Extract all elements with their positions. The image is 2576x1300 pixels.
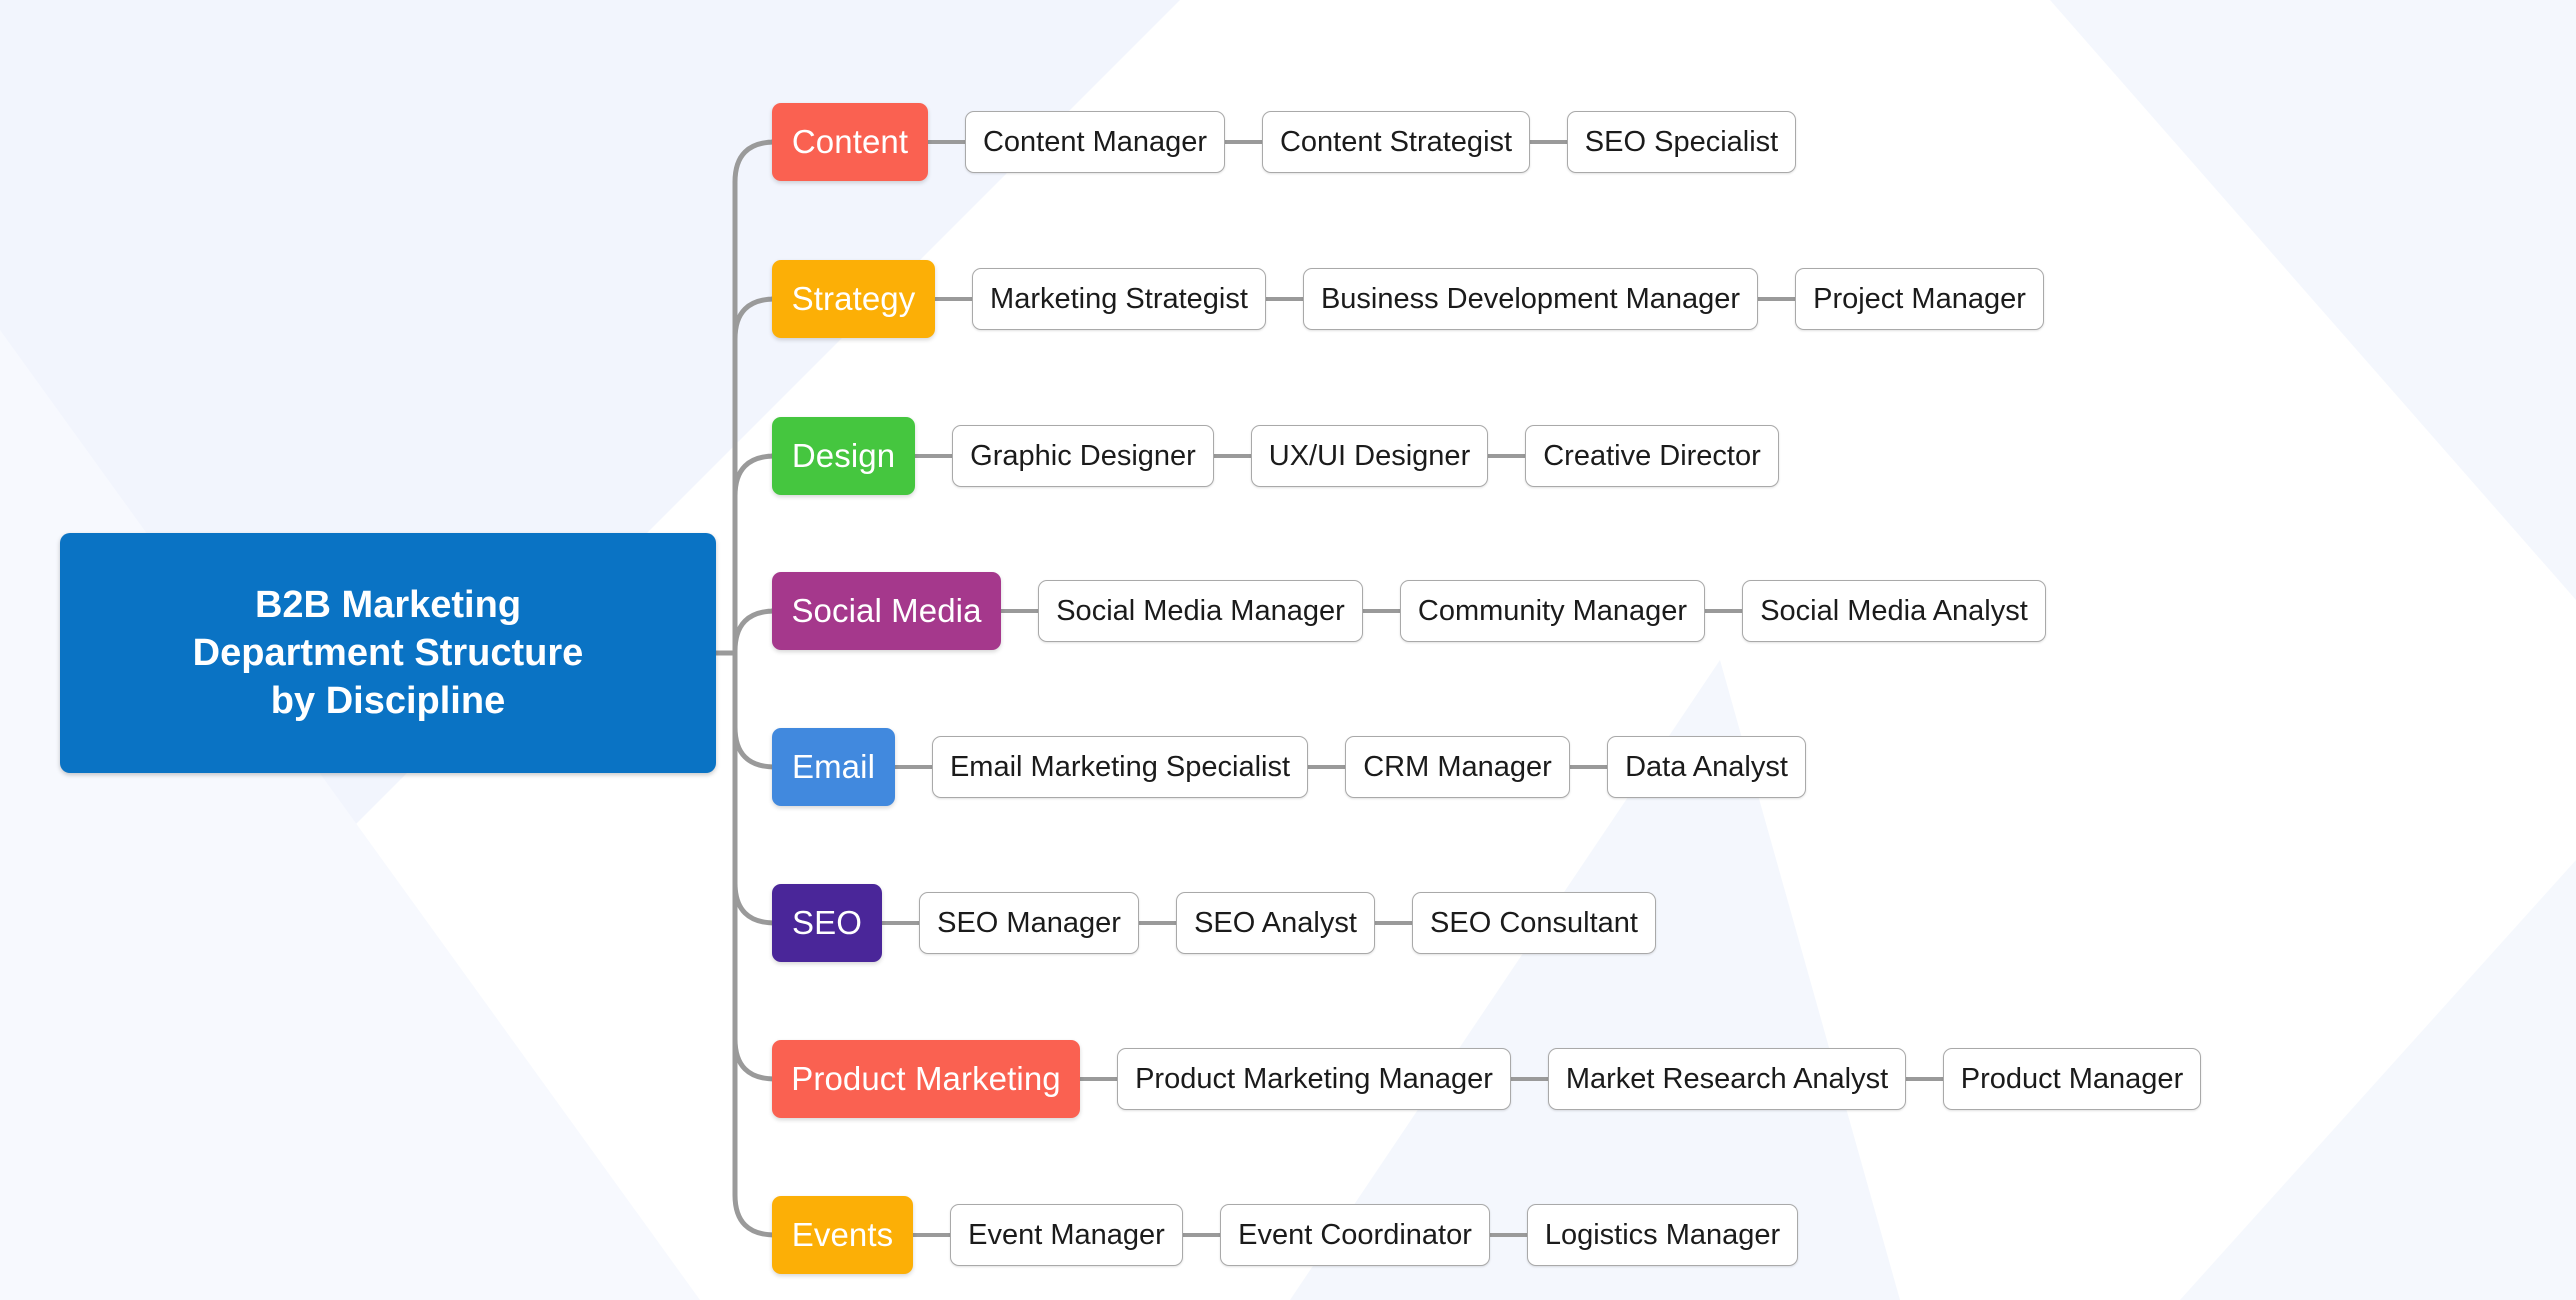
role-label: Social Media Manager: [1056, 594, 1345, 627]
role-node[interactable]: Content Strategist: [1262, 111, 1530, 173]
role-node[interactable]: Content Manager: [965, 111, 1225, 173]
role-label: Product Marketing Manager: [1135, 1062, 1493, 1095]
category-node-design[interactable]: Design: [772, 417, 915, 495]
role-label: SEO Specialist: [1584, 125, 1779, 158]
role-label: UX/UI Designer: [1268, 439, 1471, 472]
role-node[interactable]: Product Marketing Manager: [1117, 1048, 1511, 1110]
category-label: Design: [791, 437, 896, 474]
role-label: Event Coordinator: [1238, 1218, 1472, 1251]
category-node-content[interactable]: Content: [772, 103, 928, 181]
role-label: Market Research Analyst: [1565, 1062, 1889, 1095]
role-label: SEO Manager: [937, 906, 1121, 939]
role-node[interactable]: Event Coordinator: [1220, 1204, 1490, 1266]
role-node[interactable]: Data Analyst: [1607, 736, 1806, 798]
category-label: Product Marketing: [791, 1060, 1061, 1097]
category-node-events[interactable]: Events: [772, 1196, 913, 1274]
category-label: Email: [791, 748, 876, 785]
category-node-social-media[interactable]: Social Media: [772, 572, 1001, 650]
role-node[interactable]: Email Marketing Specialist: [932, 736, 1308, 798]
role-node[interactable]: Social Media Manager: [1038, 580, 1363, 642]
role-node[interactable]: SEO Specialist: [1567, 111, 1796, 173]
role-label: Community Manager: [1417, 594, 1688, 627]
role-label: Email Marketing Specialist: [949, 750, 1291, 783]
role-node[interactable]: UX/UI Designer: [1251, 425, 1488, 487]
category-node-strategy[interactable]: Strategy: [772, 260, 935, 338]
category-label: Events: [791, 1216, 894, 1253]
role-node[interactable]: Creative Director: [1525, 425, 1779, 487]
role-node[interactable]: Social Media Analyst: [1742, 580, 2046, 642]
role-label: Event Manager: [968, 1218, 1165, 1251]
category-label: Content: [791, 123, 909, 160]
role-label: CRM Manager: [1363, 750, 1552, 783]
root-title-line: by Discipline: [270, 680, 506, 723]
role-node[interactable]: CRM Manager: [1345, 736, 1570, 798]
role-label: Project Manager: [1813, 282, 2026, 315]
role-label: Graphic Designer: [970, 439, 1196, 472]
category-node-email[interactable]: Email: [772, 728, 895, 806]
role-label: SEO Consultant: [1430, 906, 1638, 939]
category-label: Strategy: [791, 280, 916, 317]
role-node[interactable]: Product Manager: [1943, 1048, 2201, 1110]
role-label: Creative Director: [1543, 439, 1761, 472]
role-node[interactable]: SEO Consultant: [1412, 892, 1656, 954]
category-label: SEO: [792, 904, 862, 941]
root-title-line: B2B Marketing: [254, 583, 522, 626]
role-label: Social Media Analyst: [1760, 594, 2028, 627]
role-label: Logistics Manager: [1544, 1218, 1781, 1251]
category-label: Social Media: [791, 592, 982, 629]
role-label: Content Strategist: [1279, 125, 1513, 158]
role-node[interactable]: Business Development Manager: [1303, 268, 1758, 330]
role-node[interactable]: Logistics Manager: [1527, 1204, 1798, 1266]
role-label: Business Development Manager: [1320, 282, 1741, 315]
role-node[interactable]: Marketing Strategist: [972, 268, 1266, 330]
role-label: SEO Analyst: [1194, 906, 1357, 939]
mind-map-canvas: B2B Marketing Department Structure by Disc…: [0, 0, 2576, 1300]
root-title-line: Department Structure: [192, 631, 584, 674]
role-label: Marketing Strategist: [990, 282, 1248, 315]
role-node[interactable]: Community Manager: [1400, 580, 1705, 642]
role-label: Product Manager: [1960, 1062, 2184, 1095]
category-node-product-marketing[interactable]: Product Marketing: [772, 1040, 1080, 1118]
role-node[interactable]: Graphic Designer: [952, 425, 1214, 487]
role-node[interactable]: SEO Analyst: [1176, 892, 1375, 954]
role-node[interactable]: SEO Manager: [919, 892, 1139, 954]
role-node[interactable]: Market Research Analyst: [1548, 1048, 1906, 1110]
root-node[interactable]: B2B Marketing Department Structure by Disc…: [60, 533, 716, 773]
role-node[interactable]: Project Manager: [1795, 268, 2044, 330]
role-label: Content Manager: [982, 125, 1208, 158]
category-node-seo[interactable]: SEO: [772, 884, 882, 962]
role-node[interactable]: Event Manager: [950, 1204, 1183, 1266]
role-label: Data Analyst: [1625, 750, 1788, 783]
